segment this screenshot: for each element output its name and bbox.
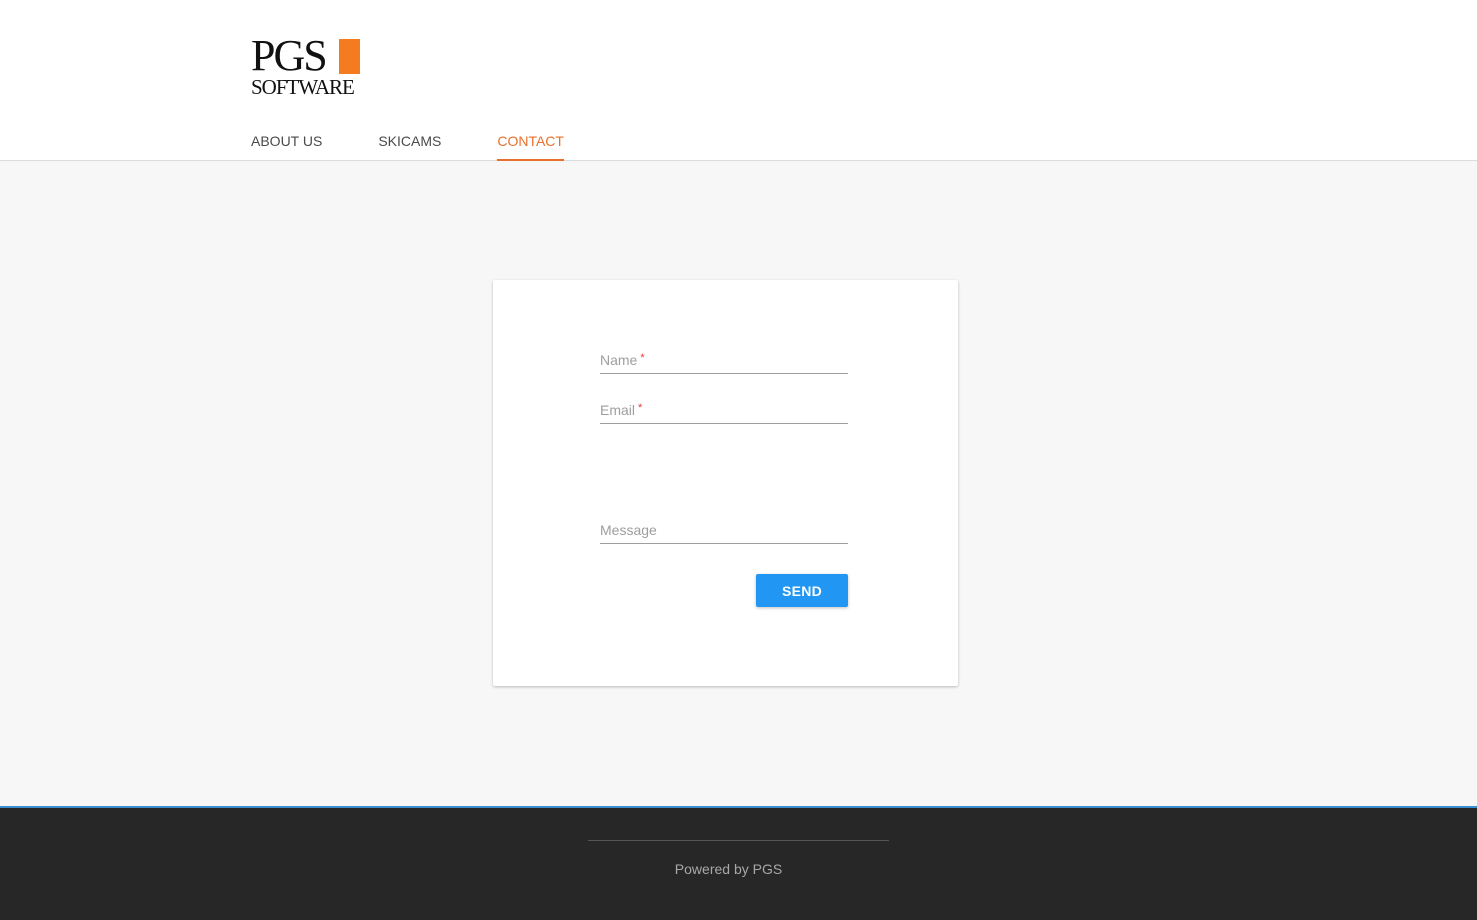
nav-item-contact[interactable]: CONTACT [497,131,564,161]
contact-form-card: Name * Email * Message SEND [493,280,958,686]
send-button[interactable]: SEND [756,574,848,607]
footer-divider [588,840,889,841]
pgs-software-logo[interactable]: PGS SOFTWARE [251,34,363,99]
logo-orange-square [339,39,360,74]
logo-text-pgs: PGS [251,31,328,80]
logo-text-software: SOFTWARE [251,75,355,99]
message-field[interactable]: Message [600,520,848,544]
nav-item-about-us[interactable]: ABOUT US [251,131,322,161]
name-input[interactable] [600,350,848,373]
nav-item-skicams[interactable]: SKICAMS [378,131,441,161]
footer: Powered by PGS [0,806,1477,920]
header: PGS SOFTWARE ABOUT US SKICAMS CONTACT [0,0,1477,161]
email-input[interactable] [600,400,848,423]
main-nav: ABOUT US SKICAMS CONTACT [251,131,620,161]
email-field[interactable]: Email * [600,400,848,424]
name-field[interactable]: Name * [600,350,848,374]
message-input[interactable] [600,520,848,543]
powered-by-text: Powered by PGS [674,861,783,877]
